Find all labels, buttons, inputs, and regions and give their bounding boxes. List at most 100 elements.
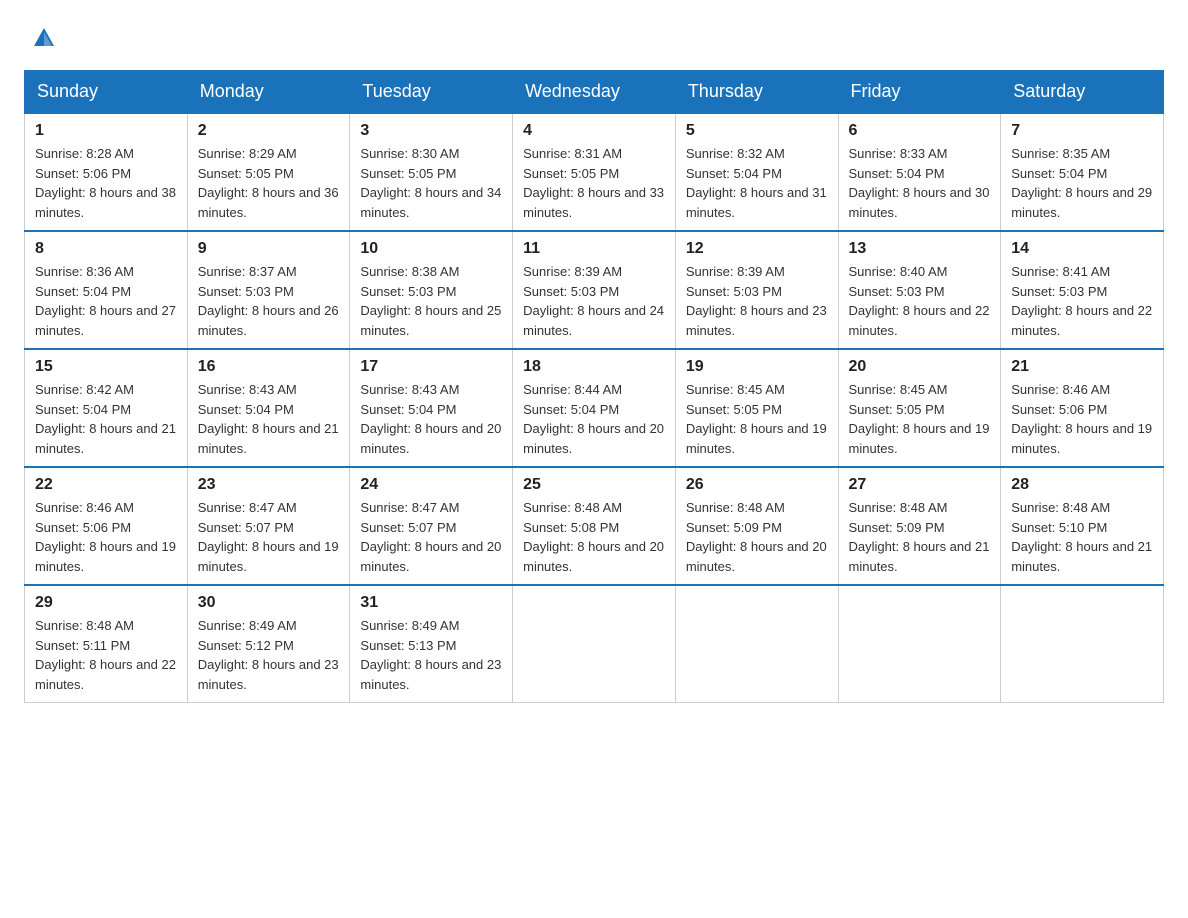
calendar-day-cell: 22Sunrise: 8:46 AMSunset: 5:06 PMDayligh…	[25, 467, 188, 585]
day-number: 6	[849, 122, 991, 140]
day-info: Sunrise: 8:43 AMSunset: 5:04 PMDaylight:…	[198, 380, 340, 458]
calendar-day-cell: 15Sunrise: 8:42 AMSunset: 5:04 PMDayligh…	[25, 349, 188, 467]
day-info: Sunrise: 8:31 AMSunset: 5:05 PMDaylight:…	[523, 144, 665, 222]
day-info: Sunrise: 8:43 AMSunset: 5:04 PMDaylight:…	[360, 380, 502, 458]
day-info: Sunrise: 8:48 AMSunset: 5:08 PMDaylight:…	[523, 498, 665, 576]
day-number: 16	[198, 358, 340, 376]
day-number: 30	[198, 594, 340, 612]
day-info: Sunrise: 8:48 AMSunset: 5:09 PMDaylight:…	[686, 498, 828, 576]
weekday-header-saturday: Saturday	[1001, 71, 1164, 114]
calendar-day-cell: 16 Sunrise: 8:43 AMSunset: 5:04 PMDayligh…	[187, 349, 350, 467]
calendar-day-cell	[1001, 585, 1164, 703]
calendar-day-cell: 13 Sunrise: 8:40 AMSunset: 5:03 PMDayligh…	[838, 231, 1001, 349]
day-number: 20	[849, 358, 991, 376]
page-header	[24, 24, 1164, 52]
calendar-day-cell: 25 Sunrise: 8:48 AMSunset: 5:08 PMDayligh…	[513, 467, 676, 585]
day-number: 4	[523, 122, 665, 140]
calendar-day-cell: 10Sunrise: 8:38 AMSunset: 5:03 PMDayligh…	[350, 231, 513, 349]
day-info: Sunrise: 8:46 AMSunset: 5:06 PMDaylight:…	[35, 498, 177, 576]
day-number: 15	[35, 358, 177, 376]
day-number: 21	[1011, 358, 1153, 376]
day-number: 19	[686, 358, 828, 376]
calendar-day-cell: 1 Sunrise: 8:28 AMSunset: 5:06 PMDaylight…	[25, 113, 188, 231]
weekday-header-sunday: Sunday	[25, 71, 188, 114]
day-info: Sunrise: 8:32 AMSunset: 5:04 PMDaylight:…	[686, 144, 828, 222]
calendar-day-cell: 23 Sunrise: 8:47 AMSunset: 5:07 PMDayligh…	[187, 467, 350, 585]
day-info: Sunrise: 8:36 AMSunset: 5:04 PMDaylight:…	[35, 262, 177, 340]
day-info: Sunrise: 8:49 AMSunset: 5:12 PMDaylight:…	[198, 616, 340, 694]
day-info: Sunrise: 8:47 AMSunset: 5:07 PMDaylight:…	[198, 498, 340, 576]
calendar-day-cell: 12 Sunrise: 8:39 AMSunset: 5:03 PMDayligh…	[675, 231, 838, 349]
day-number: 25	[523, 476, 665, 494]
day-info: Sunrise: 8:44 AMSunset: 5:04 PMDaylight:…	[523, 380, 665, 458]
day-info: Sunrise: 8:39 AMSunset: 5:03 PMDaylight:…	[523, 262, 665, 340]
day-number: 17	[360, 358, 502, 376]
calendar-day-cell: 29 Sunrise: 8:48 AMSunset: 5:11 PMDayligh…	[25, 585, 188, 703]
weekday-header-thursday: Thursday	[675, 71, 838, 114]
calendar-day-cell: 18 Sunrise: 8:44 AMSunset: 5:04 PMDayligh…	[513, 349, 676, 467]
calendar-day-cell: 2 Sunrise: 8:29 AMSunset: 5:05 PMDaylight…	[187, 113, 350, 231]
calendar-week-row: 15Sunrise: 8:42 AMSunset: 5:04 PMDayligh…	[25, 349, 1164, 467]
calendar-week-row: 1 Sunrise: 8:28 AMSunset: 5:06 PMDaylight…	[25, 113, 1164, 231]
weekday-header-wednesday: Wednesday	[513, 71, 676, 114]
day-number: 27	[849, 476, 991, 494]
calendar-day-cell: 3 Sunrise: 8:30 AMSunset: 5:05 PMDaylight…	[350, 113, 513, 231]
calendar-week-row: 8 Sunrise: 8:36 AMSunset: 5:04 PMDaylight…	[25, 231, 1164, 349]
day-number: 24	[360, 476, 502, 494]
day-info: Sunrise: 8:48 AMSunset: 5:09 PMDaylight:…	[849, 498, 991, 576]
day-number: 11	[523, 240, 665, 258]
day-info: Sunrise: 8:41 AMSunset: 5:03 PMDaylight:…	[1011, 262, 1153, 340]
calendar-day-cell: 19Sunrise: 8:45 AMSunset: 5:05 PMDayligh…	[675, 349, 838, 467]
calendar-day-cell	[513, 585, 676, 703]
calendar-day-cell: 26Sunrise: 8:48 AMSunset: 5:09 PMDayligh…	[675, 467, 838, 585]
calendar-day-cell	[675, 585, 838, 703]
day-info: Sunrise: 8:28 AMSunset: 5:06 PMDaylight:…	[35, 144, 177, 222]
day-number: 3	[360, 122, 502, 140]
day-number: 10	[360, 240, 502, 258]
calendar-day-cell: 21Sunrise: 8:46 AMSunset: 5:06 PMDayligh…	[1001, 349, 1164, 467]
day-info: Sunrise: 8:47 AMSunset: 5:07 PMDaylight:…	[360, 498, 502, 576]
calendar-week-row: 22Sunrise: 8:46 AMSunset: 5:06 PMDayligh…	[25, 467, 1164, 585]
day-info: Sunrise: 8:39 AMSunset: 5:03 PMDaylight:…	[686, 262, 828, 340]
calendar-day-cell: 30 Sunrise: 8:49 AMSunset: 5:12 PMDayligh…	[187, 585, 350, 703]
calendar-day-cell: 7Sunrise: 8:35 AMSunset: 5:04 PMDaylight…	[1001, 113, 1164, 231]
calendar-table: SundayMondayTuesdayWednesdayThursdayFrid…	[24, 70, 1164, 703]
day-number: 7	[1011, 122, 1153, 140]
calendar-day-cell: 8 Sunrise: 8:36 AMSunset: 5:04 PMDaylight…	[25, 231, 188, 349]
day-info: Sunrise: 8:37 AMSunset: 5:03 PMDaylight:…	[198, 262, 340, 340]
day-number: 12	[686, 240, 828, 258]
calendar-day-cell: 24 Sunrise: 8:47 AMSunset: 5:07 PMDayligh…	[350, 467, 513, 585]
day-info: Sunrise: 8:48 AMSunset: 5:11 PMDaylight:…	[35, 616, 177, 694]
day-number: 8	[35, 240, 177, 258]
day-info: Sunrise: 8:45 AMSunset: 5:05 PMDaylight:…	[849, 380, 991, 458]
calendar-day-cell: 9 Sunrise: 8:37 AMSunset: 5:03 PMDaylight…	[187, 231, 350, 349]
logo-icon	[30, 24, 58, 52]
day-number: 9	[198, 240, 340, 258]
calendar-day-cell: 14Sunrise: 8:41 AMSunset: 5:03 PMDayligh…	[1001, 231, 1164, 349]
day-number: 23	[198, 476, 340, 494]
day-number: 28	[1011, 476, 1153, 494]
day-info: Sunrise: 8:40 AMSunset: 5:03 PMDaylight:…	[849, 262, 991, 340]
calendar-day-cell: 11 Sunrise: 8:39 AMSunset: 5:03 PMDayligh…	[513, 231, 676, 349]
day-number: 2	[198, 122, 340, 140]
calendar-day-cell: 27 Sunrise: 8:48 AMSunset: 5:09 PMDayligh…	[838, 467, 1001, 585]
day-info: Sunrise: 8:33 AMSunset: 5:04 PMDaylight:…	[849, 144, 991, 222]
calendar-day-cell: 6 Sunrise: 8:33 AMSunset: 5:04 PMDaylight…	[838, 113, 1001, 231]
calendar-week-row: 29 Sunrise: 8:48 AMSunset: 5:11 PMDayligh…	[25, 585, 1164, 703]
day-number: 29	[35, 594, 177, 612]
calendar-day-cell: 5 Sunrise: 8:32 AMSunset: 5:04 PMDaylight…	[675, 113, 838, 231]
day-number: 18	[523, 358, 665, 376]
day-number: 31	[360, 594, 502, 612]
day-number: 5	[686, 122, 828, 140]
calendar-day-cell: 28 Sunrise: 8:48 AMSunset: 5:10 PMDayligh…	[1001, 467, 1164, 585]
day-number: 1	[35, 122, 177, 140]
logo[interactable]	[24, 24, 62, 52]
day-info: Sunrise: 8:29 AMSunset: 5:05 PMDaylight:…	[198, 144, 340, 222]
weekday-header-monday: Monday	[187, 71, 350, 114]
day-info: Sunrise: 8:30 AMSunset: 5:05 PMDaylight:…	[360, 144, 502, 222]
weekday-header-row: SundayMondayTuesdayWednesdayThursdayFrid…	[25, 71, 1164, 114]
day-number: 13	[849, 240, 991, 258]
day-info: Sunrise: 8:49 AMSunset: 5:13 PMDaylight:…	[360, 616, 502, 694]
calendar-day-cell: 20 Sunrise: 8:45 AMSunset: 5:05 PMDayligh…	[838, 349, 1001, 467]
day-info: Sunrise: 8:48 AMSunset: 5:10 PMDaylight:…	[1011, 498, 1153, 576]
